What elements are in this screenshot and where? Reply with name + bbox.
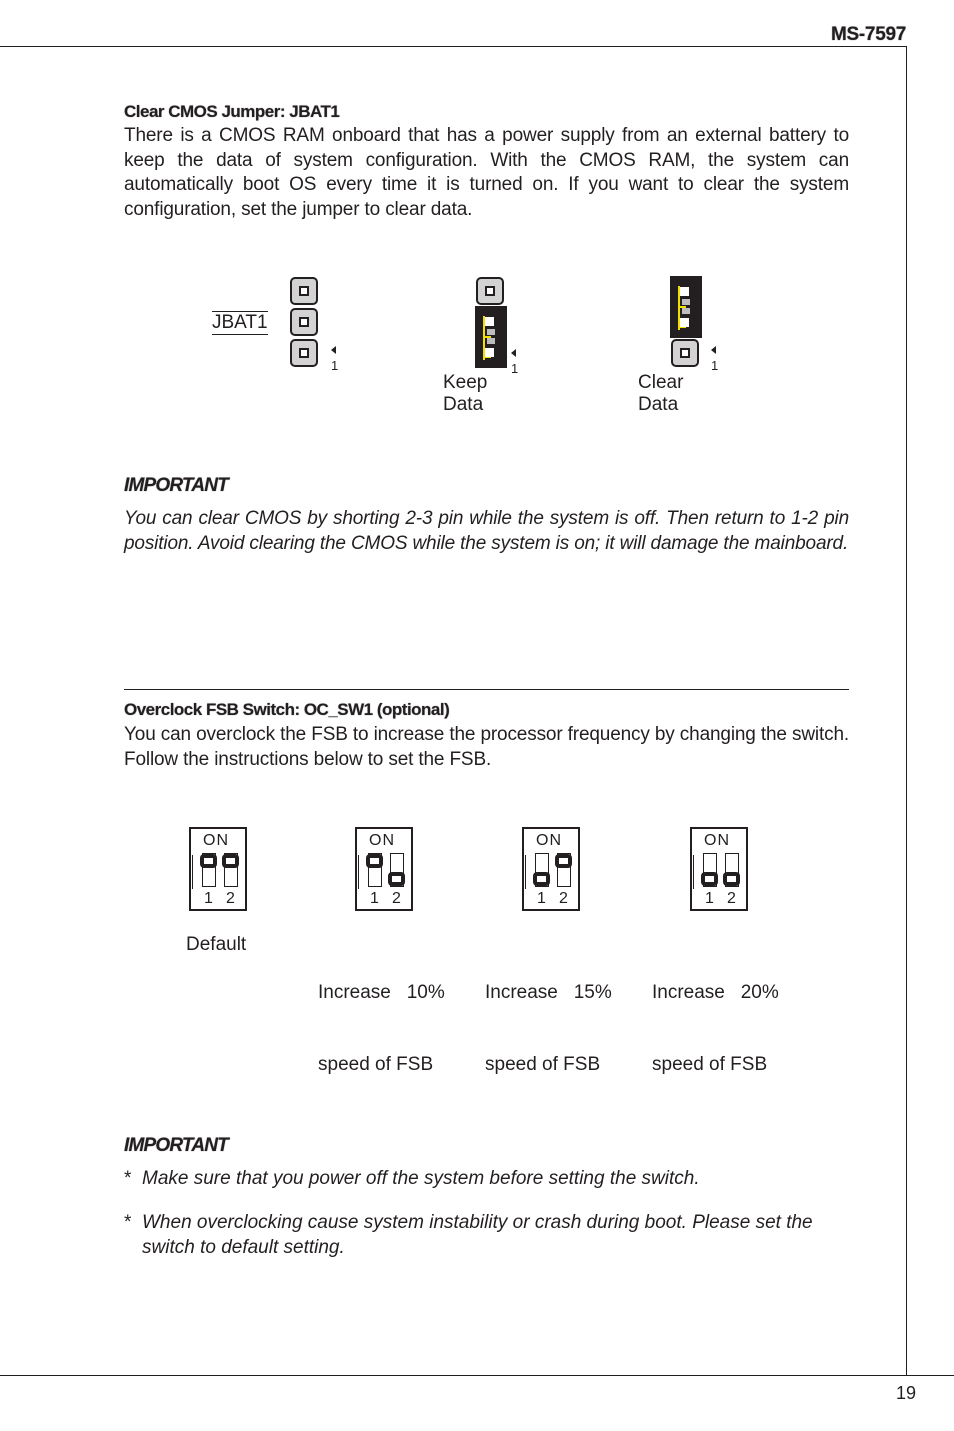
jumper-cap-pins-2-3 bbox=[670, 276, 702, 338]
switch-number: 2 bbox=[226, 890, 235, 907]
switch-number: 2 bbox=[559, 890, 568, 907]
switch-knob-off bbox=[701, 872, 718, 886]
switch-2 bbox=[222, 853, 239, 887]
switch-number: 1 bbox=[204, 890, 213, 907]
on-label: ON bbox=[203, 832, 229, 849]
switch-number: 1 bbox=[370, 890, 379, 907]
on-label: ON bbox=[704, 832, 730, 849]
arrow-left-icon bbox=[711, 346, 716, 354]
page-number: 19 bbox=[896, 1383, 917, 1403]
setting-label-15pct: Increase 15% speed of FSB bbox=[485, 982, 612, 1075]
switch-knob-on bbox=[366, 854, 383, 868]
switch-knob-on bbox=[200, 854, 217, 868]
ocsw-description: You can overclock the FSB to increase th… bbox=[124, 724, 849, 770]
jumper-pin-1 bbox=[671, 339, 699, 367]
jbat-section-title: Clear CMOS Jumper: JBAT1 bbox=[124, 102, 340, 121]
important-heading: IMPORTANT bbox=[124, 1135, 229, 1156]
important-bullet: * When overclocking cause system instabi… bbox=[124, 1211, 850, 1260]
setting-label-default: Default bbox=[186, 934, 247, 955]
switch-knob-off bbox=[388, 872, 405, 886]
dip-switch-10pct: ON 1 2 bbox=[355, 827, 413, 911]
important-bullet: * Make sure that you power off the syste… bbox=[124, 1167, 854, 1192]
margin-rule bbox=[906, 46, 907, 1376]
ocsw-section-title: Overclock FSB Switch: OC_SW1 (optional) bbox=[124, 700, 450, 719]
switch-2 bbox=[723, 853, 740, 887]
bullet-text: When overclocking cause system instabili… bbox=[142, 1212, 813, 1258]
pin1-marker: 1 bbox=[511, 346, 518, 376]
jumper-pin-2 bbox=[290, 308, 318, 336]
switch-2 bbox=[388, 853, 405, 887]
switch-knob-off bbox=[723, 872, 740, 886]
jumper-cap-pins-1-2 bbox=[475, 306, 507, 368]
jumper-pin-1 bbox=[290, 339, 318, 367]
header-rule bbox=[0, 46, 907, 47]
section-divider bbox=[124, 689, 849, 690]
arrow-left-icon bbox=[331, 346, 336, 354]
jumper-pin-3 bbox=[290, 277, 318, 305]
switch-number: 1 bbox=[537, 890, 546, 907]
switch-knob-off bbox=[533, 872, 550, 886]
switch-1 bbox=[533, 853, 550, 887]
switch-2 bbox=[555, 853, 572, 887]
important-heading: IMPORTANT bbox=[124, 475, 229, 496]
switch-number: 2 bbox=[727, 890, 736, 907]
pin1-marker: 1 bbox=[331, 343, 338, 373]
switch-knob-on bbox=[555, 854, 572, 868]
switch-1 bbox=[200, 853, 217, 887]
setting-label-20pct: Increase 20% speed of FSB bbox=[652, 982, 779, 1075]
switch-number: 2 bbox=[392, 890, 401, 907]
dip-switch-20pct: ON 1 2 bbox=[690, 827, 748, 911]
model-number: MS-7597 bbox=[831, 24, 906, 45]
bullet-star: * bbox=[124, 1168, 132, 1189]
keep-data-label: Keep Data bbox=[443, 372, 488, 415]
bullet-text: Make sure that you power off the system … bbox=[142, 1168, 700, 1189]
switch-1 bbox=[701, 853, 718, 887]
jbat-description: There is a CMOS RAM onboard that has a p… bbox=[124, 125, 849, 220]
switch-number: 1 bbox=[705, 890, 714, 907]
dip-switch-default: ON 1 2 bbox=[189, 827, 247, 911]
setting-label-10pct: Increase 10% speed of FSB bbox=[318, 982, 445, 1075]
dip-switch-15pct: ON 1 2 bbox=[522, 827, 580, 911]
on-label: ON bbox=[369, 832, 395, 849]
switch-1 bbox=[366, 853, 383, 887]
jbat1-connector-label: JBAT1 bbox=[212, 311, 268, 335]
arrow-left-icon bbox=[511, 349, 516, 357]
pin1-marker: 1 bbox=[711, 343, 718, 373]
on-label: ON bbox=[536, 832, 562, 849]
important-note-cmos: You can clear CMOS by shorting 2-3 pin w… bbox=[124, 508, 849, 554]
jumper-pin-3 bbox=[476, 277, 504, 305]
clear-data-label: Clear Data bbox=[638, 372, 684, 415]
footer-rule bbox=[0, 1375, 954, 1376]
bullet-star: * bbox=[124, 1212, 132, 1233]
switch-knob-on bbox=[222, 854, 239, 868]
